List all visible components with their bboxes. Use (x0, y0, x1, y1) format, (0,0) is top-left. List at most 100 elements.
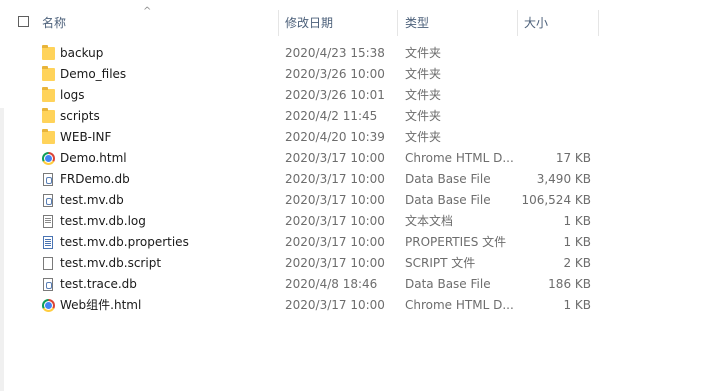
file-icon-cell (40, 64, 56, 85)
column-header-date-label: 修改日期 (285, 16, 334, 30)
select-all-checkbox[interactable] (18, 16, 29, 27)
file-size (520, 85, 591, 106)
column-header-row: ^ 名称 修改日期 类型 大小 (0, 7, 703, 38)
file-row[interactable]: Demo_files 2020/3/26 10:00 文件夹 (0, 64, 703, 85)
chrome-icon (41, 152, 55, 165)
file-name: test.mv.db.properties (60, 235, 189, 249)
file-modified-date: 2020/4/20 10:39 (285, 130, 385, 144)
file-list: backup 2020/4/23 15:38 文件夹 Demo_files 2020/3… (0, 43, 703, 316)
file-row[interactable]: Web组件.html 2020/3/17 10:00 Chrome HTML D..… (0, 295, 703, 316)
column-divider[interactable] (517, 10, 518, 36)
column-divider[interactable] (598, 10, 599, 36)
file-icon-cell (40, 148, 56, 169)
file-name: test.trace.db (60, 277, 137, 291)
file-size (520, 106, 591, 127)
file-type: 文件夹 (405, 130, 442, 144)
folder-icon (41, 129, 55, 144)
column-header-name[interactable]: 名称 (42, 8, 272, 38)
column-divider[interactable] (397, 10, 398, 36)
database-file-icon (43, 173, 53, 186)
column-header-date[interactable]: 修改日期 (285, 8, 395, 38)
file-type: 文件夹 (405, 46, 442, 60)
file-size: 186 KB (548, 277, 591, 291)
file-row[interactable]: WEB-INF 2020/4/20 10:39 文件夹 (0, 127, 703, 148)
file-icon-cell (40, 127, 56, 148)
file-name: Demo.html (60, 151, 127, 165)
file-icon-cell (40, 232, 56, 253)
file-row[interactable]: backup 2020/4/23 15:38 文件夹 (0, 43, 703, 64)
file-name: test.mv.db (60, 193, 124, 207)
folder-icon (41, 45, 55, 60)
column-header-type-label: 类型 (405, 16, 430, 30)
file-type: 文件夹 (405, 109, 442, 123)
file-row[interactable]: FRDemo.db 2020/3/17 10:00 Data Base File 3,… (0, 169, 703, 190)
file-type: Data Base File (405, 172, 491, 186)
file-size: 1 KB (563, 298, 591, 312)
file-name: WEB-INF (60, 130, 112, 144)
chrome-icon (41, 299, 55, 312)
file-size: 1 KB (563, 214, 591, 228)
file-icon-cell (40, 190, 56, 211)
file-modified-date: 2020/3/17 10:00 (285, 256, 385, 270)
file-modified-date: 2020/3/17 10:00 (285, 298, 385, 312)
file-size: 2 KB (563, 256, 591, 270)
file-type: 文本文档 (405, 214, 454, 228)
file-modified-date: 2020/4/23 15:38 (285, 46, 385, 60)
file-row[interactable]: scripts 2020/4/2 11:45 文件夹 (0, 106, 703, 127)
folder-icon (41, 87, 55, 102)
file-size: 3,490 KB (536, 172, 591, 186)
file-row[interactable]: test.mv.db.properties 2020/3/17 10:00 PROP… (0, 232, 703, 253)
file-name: Web组件.html (60, 298, 142, 312)
file-modified-date: 2020/4/2 11:45 (285, 109, 378, 123)
text-file-icon (43, 215, 53, 228)
file-type: 文件夹 (405, 88, 442, 102)
file-size (520, 127, 591, 148)
file-name: Demo_files (60, 67, 127, 81)
properties-file-icon (43, 236, 53, 249)
column-divider[interactable] (278, 10, 279, 36)
file-modified-date: 2020/3/17 10:00 (285, 172, 385, 186)
column-header-size-label: 大小 (524, 16, 549, 30)
file-name: FRDemo.db (60, 172, 130, 186)
column-header-type[interactable]: 类型 (405, 8, 515, 38)
file-modified-date: 2020/3/17 10:00 (285, 151, 385, 165)
file-icon-cell (40, 169, 56, 190)
database-file-icon (43, 194, 53, 207)
file-name: backup (60, 46, 104, 60)
file-row[interactable]: test.mv.db.log 2020/3/17 10:00 文本文档 1 KB (0, 211, 703, 232)
file-row[interactable]: Demo.html 2020/3/17 10:00 Chrome HTML D...… (0, 148, 703, 169)
file-name: scripts (60, 109, 100, 123)
file-modified-date: 2020/3/17 10:00 (285, 214, 385, 228)
file-row[interactable]: test.trace.db 2020/4/8 18:46 Data Base Fil… (0, 274, 703, 295)
file-modified-date: 2020/3/17 10:00 (285, 193, 385, 207)
file-size (520, 64, 591, 85)
folder-icon (41, 108, 55, 123)
file-type: Data Base File (405, 277, 491, 291)
column-header-size[interactable]: 大小 (524, 8, 594, 38)
file-icon-cell (40, 43, 56, 64)
file-icon-cell (40, 295, 56, 316)
file-type: Chrome HTML D... (405, 298, 514, 312)
file-size (520, 43, 591, 64)
file-icon-cell (40, 274, 56, 295)
folder-icon (41, 66, 55, 81)
file-modified-date: 2020/3/26 10:00 (285, 67, 385, 81)
file-type: Data Base File (405, 193, 491, 207)
file-row[interactable]: logs 2020/3/26 10:01 文件夹 (0, 85, 703, 106)
file-icon-cell (40, 253, 56, 274)
file-row[interactable]: test.mv.db.script 2020/3/17 10:00 SCRIPT 文… (0, 253, 703, 274)
file-type: 文件夹 (405, 67, 442, 81)
file-icon-cell (40, 106, 56, 127)
file-type: SCRIPT 文件 (405, 256, 476, 270)
file-modified-date: 2020/3/17 10:00 (285, 235, 385, 249)
file-explorer-window: ^ 名称 修改日期 类型 大小 backup 2020/4/23 15:38 文件夹… (0, 0, 703, 391)
file-size: 17 KB (555, 151, 591, 165)
file-name: test.mv.db.log (60, 214, 146, 228)
file-type: PROPERTIES 文件 (405, 235, 507, 249)
file-row[interactable]: test.mv.db 2020/3/17 10:00 Data Base File 1… (0, 190, 703, 211)
file-type: Chrome HTML D... (405, 151, 514, 165)
file-name: logs (60, 88, 85, 102)
file-size: 106,524 KB (521, 193, 591, 207)
column-header-name-label: 名称 (42, 16, 67, 30)
file-icon-cell (40, 211, 56, 232)
